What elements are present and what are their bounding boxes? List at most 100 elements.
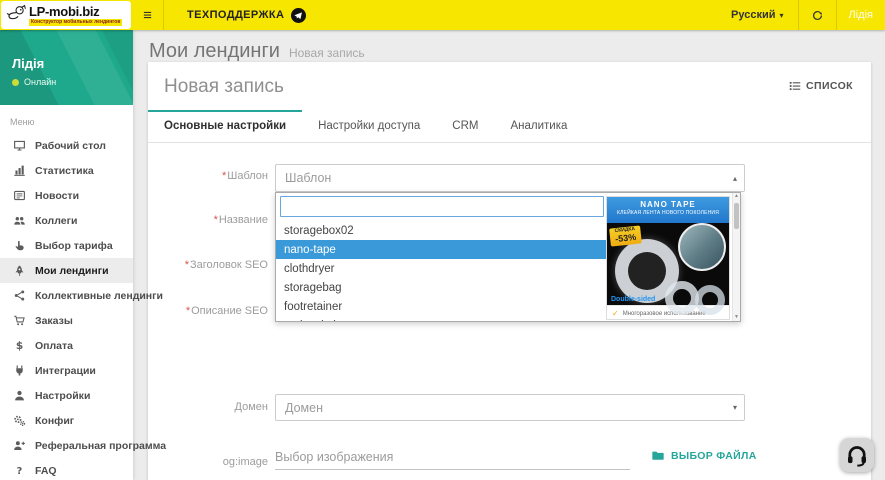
sidebar-item-desktop[interactable]: Рабочий стол: [0, 133, 133, 158]
chevron-down-icon: ▾: [780, 11, 784, 20]
preview-title: NANO TAPE: [607, 200, 729, 210]
sidebar-menu: Рабочий стол Статистика Новости Коллеги …: [0, 133, 133, 480]
sidebar-item-label: Настройки: [35, 390, 90, 402]
sidebar-username: Лідія: [12, 56, 133, 71]
support-label: ТЕХПОДДЕРЖКА: [187, 9, 284, 21]
option-3[interactable]: storagebag: [276, 278, 609, 297]
template-select[interactable]: Шаблон ▴: [275, 164, 745, 192]
sidebar-item-label: Выбор тарифа: [35, 240, 113, 252]
preview-inset-photo: [678, 223, 726, 271]
sidebar-item-users[interactable]: Коллеги: [0, 208, 133, 233]
new-record-card: Новая запись СПИСОК Основные настройкиНа…: [148, 62, 871, 480]
template-search-input[interactable]: [280, 196, 604, 217]
sidebar-item-label: FAQ: [35, 465, 57, 477]
option-4[interactable]: footretainer: [276, 297, 609, 316]
sidebar-item-dollar[interactable]: Оплата: [0, 333, 133, 358]
sidebar-item-hand[interactable]: Выбор тарифа: [0, 233, 133, 258]
sidebar-item-rocket[interactable]: Мои лендинги: [0, 258, 133, 283]
dropdown-scrollbar-thumb[interactable]: [734, 203, 739, 229]
tape-roll-graphic: [665, 281, 699, 315]
sidebar-user-panel: Лідія Онлайн: [0, 30, 133, 105]
sidebar-item-label: Оплата: [35, 340, 73, 352]
desktop-icon: [12, 139, 26, 153]
sidebar-item-user-plus[interactable]: Реферальная программа: [0, 433, 133, 458]
seo-title-field-label: Заголовок SEO: [148, 259, 268, 271]
tab-1[interactable]: Настройки доступа: [302, 110, 436, 142]
seo-description-field-label: Описание SEO: [148, 305, 268, 317]
dollar-icon: [12, 339, 26, 353]
domain-select[interactable]: Домен ▾: [275, 394, 745, 421]
sidebar-item-gears[interactable]: Конфиг: [0, 408, 133, 433]
topbar-username[interactable]: Лідія: [837, 9, 885, 21]
discount-value: -53%: [615, 232, 637, 244]
sidebar-item-news[interactable]: Новости: [0, 183, 133, 208]
tab-0[interactable]: Основные настройки: [148, 110, 302, 142]
scroll-down-icon: ▼: [734, 315, 739, 320]
sidebar-item-label: Статистика: [35, 165, 94, 177]
user-status: Онлайн: [12, 77, 133, 87]
sidebar-item-label: Мои лендинги: [35, 265, 109, 277]
option-2[interactable]: clothdryer: [276, 259, 609, 278]
rocket-icon: [12, 264, 26, 278]
option-1[interactable]: nano-tape: [276, 240, 609, 259]
template-option-label: storagebox02: [284, 225, 354, 237]
refresh-icon: [811, 9, 824, 22]
language-dropdown[interactable]: Русский ▾: [717, 9, 797, 21]
template-option-label: clothdryer: [284, 263, 335, 275]
list-button[interactable]: СПИСОК: [787, 76, 855, 96]
topbar-right: Русский ▾ Лідія: [717, 0, 885, 30]
preview-header: NANO TAPE КЛЕЙКАЯ ЛЕНТА НОВОГО ПОКОЛЕНИЯ: [607, 197, 729, 223]
template-option-label: storagebag: [284, 282, 342, 294]
chevron-up-icon: ▴: [733, 174, 737, 183]
telegram-icon: [291, 8, 306, 23]
tab-3[interactable]: Аналитика: [494, 110, 583, 142]
card-title: Новая запись: [164, 76, 284, 98]
sidebar-item-user[interactable]: Настройки: [0, 383, 133, 408]
news-icon: [12, 189, 26, 203]
sidebar-item-label: Коллективные лендинги: [35, 290, 163, 302]
support-chat-button[interactable]: [840, 438, 874, 472]
sidebar-item-share[interactable]: Коллективные лендинги: [0, 283, 133, 308]
gears-icon: [12, 414, 26, 428]
template-preview-image: NANO TAPE КЛЕЙКАЯ ЛЕНТА НОВОГО ПОКОЛЕНИЯ…: [606, 196, 730, 320]
sidebar-item-chart[interactable]: Статистика: [0, 158, 133, 183]
logo-subtitle: Конструктор мобильных лендингов: [29, 19, 122, 26]
og-image-input[interactable]: Выбор изображения: [275, 444, 630, 470]
option-0[interactable]: storagebox02: [276, 221, 609, 240]
app-window: LP-mobi.biz Конструктор мобильных лендин…: [0, 0, 885, 480]
domain-field-label: Домен: [148, 401, 268, 413]
template-dropdown-panel: storagebox02 nano-tape clothdryer storageba…: [275, 192, 741, 322]
list-button-label: СПИСОК: [806, 80, 853, 92]
domain-select-placeholder: Домен: [285, 401, 323, 415]
tab-label: Аналитика: [510, 120, 567, 132]
card-header: Новая запись СПИСОК: [148, 62, 871, 102]
sidebar-item-label: Коллеги: [35, 215, 77, 227]
sidebar-item-question[interactable]: FAQ: [0, 458, 133, 480]
support-button[interactable]: ТЕХПОДДЕРЖКА: [164, 0, 329, 30]
online-status-label: Онлайн: [24, 77, 56, 87]
option-5[interactable]: springclothes: [276, 316, 609, 321]
name-field-label: Название: [148, 214, 268, 226]
tape-roll-graphic: [695, 285, 725, 315]
logo[interactable]: LP-mobi.biz Конструктор мобильных лендин…: [1, 1, 131, 29]
hand-icon: [12, 239, 26, 253]
hamburger-icon[interactable]: ≡: [132, 7, 163, 24]
users-icon: [12, 214, 26, 228]
online-status-dot: [12, 79, 19, 86]
check-icon: ✓: [612, 309, 619, 318]
og-image-placeholder: Выбор изображения: [275, 450, 393, 464]
share-icon: [12, 289, 26, 303]
refresh-button[interactable]: [799, 9, 836, 22]
tab-2[interactable]: CRM: [436, 110, 494, 142]
sidebar: Лідія Онлайн Меню Рабочий стол Статистик…: [0, 30, 133, 480]
preview-subtitle: КЛЕЙКАЯ ЛЕНТА НОВОГО ПОКОЛЕНИЯ: [607, 210, 729, 216]
choose-file-button[interactable]: ВЫБОР ФАЙЛА: [651, 449, 757, 462]
question-icon: [12, 464, 26, 478]
breadcrumb: Мои лендинги Новая запись: [133, 30, 885, 63]
dog-logo-icon: [5, 4, 27, 27]
form: Шаблон Шаблон ▴ Название Заголовок SEO О…: [148, 143, 871, 480]
sidebar-item-plug[interactable]: Интеграции: [0, 358, 133, 383]
template-field-label: Шаблон: [148, 170, 268, 182]
sidebar-item-label: Реферальная программа: [35, 440, 166, 452]
sidebar-item-cart[interactable]: Заказы: [0, 308, 133, 333]
